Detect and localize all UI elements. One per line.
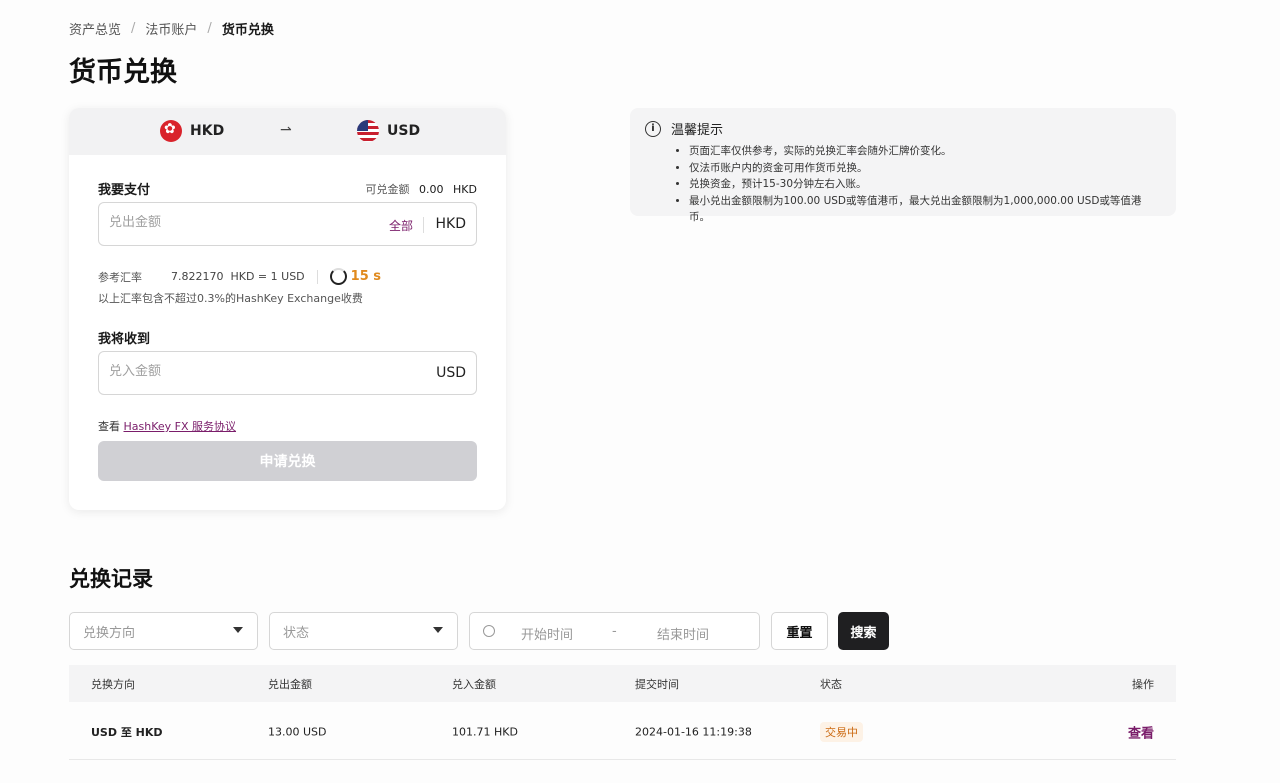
rate-value: 7.822170 HKD = 1 USD xyxy=(171,270,305,283)
receive-amount-input[interactable] xyxy=(109,364,359,379)
agreement-line: 查看 HashKey FX 服务协议 xyxy=(98,418,236,434)
from-currency-label: HKD xyxy=(190,123,225,139)
receive-amount-field: USD xyxy=(98,351,477,395)
range-separator: - xyxy=(612,624,617,639)
notice-list: 页面汇率仅供参考，实际的兑换汇率会随外汇牌价变化。 仅法币账户内的资金可用作货币… xyxy=(689,143,1161,226)
clock-icon xyxy=(483,625,495,637)
available-label: 可兑金额 xyxy=(365,183,410,196)
notice-item: 兑换资金，预计15-30分钟左右入账。 xyxy=(689,176,1161,193)
breadcrumb-separator: / xyxy=(207,21,212,36)
available-balance: 可兑金额 0.00 HKD xyxy=(366,181,477,197)
column-header: 兑换方向 xyxy=(91,677,135,691)
to-currency-label: USD xyxy=(387,123,421,139)
direction-placeholder: 兑换方向 xyxy=(83,625,136,641)
column-header: 兑出金额 xyxy=(268,677,312,691)
records-title: 兑换记录 xyxy=(69,567,153,591)
pay-label: 我要支付 xyxy=(98,183,151,198)
divider xyxy=(316,269,318,284)
notice-item: 仅法币账户内的资金可用作货币兑换。 xyxy=(689,160,1161,177)
row-direction: USD 至 HKD xyxy=(91,725,163,739)
column-header: 状态 xyxy=(820,677,842,691)
exchange-card: HKD ⇀ USD 我要支付 可兑金额 0.00 HKD 全部 HKD 参考汇率… xyxy=(69,108,506,510)
notice-item: 页面汇率仅供参考，实际的兑换汇率会随外汇牌价变化。 xyxy=(689,143,1161,160)
status-placeholder: 状态 xyxy=(283,625,310,641)
all-amount-button[interactable]: 全部 xyxy=(389,217,413,234)
caret-down-icon xyxy=(433,627,443,633)
info-icon: i xyxy=(645,120,661,137)
submit-exchange-button[interactable]: 申请兑换 xyxy=(98,441,477,481)
available-value: 0.00 xyxy=(419,183,444,196)
breadcrumb-assets[interactable]: 资产总览 xyxy=(69,19,121,38)
receive-unit: USD xyxy=(436,365,466,381)
notice-item: 最小兑出金额限制为100.00 USD或等值港币，最大兑出金额限制为1,000,… xyxy=(689,193,1161,226)
agreement-link[interactable]: HashKey FX 服务协议 xyxy=(124,420,237,433)
column-header: 操作 xyxy=(1132,677,1154,691)
receive-label: 我将收到 xyxy=(98,332,151,347)
caret-down-icon xyxy=(233,627,243,633)
search-button[interactable]: 搜索 xyxy=(838,612,889,650)
swap-arrow-icon[interactable]: ⇀ xyxy=(280,122,292,138)
breadcrumb-fiat-account[interactable]: 法币账户 xyxy=(145,19,197,38)
available-unit: HKD xyxy=(453,183,477,196)
date-range-picker[interactable]: 开始时间 - 结束时间 xyxy=(469,612,760,650)
refresh-spinner-icon xyxy=(329,268,347,285)
us-flag-icon xyxy=(357,120,379,142)
currency-pair-header: HKD ⇀ USD xyxy=(69,108,506,155)
to-currency-selector[interactable]: USD xyxy=(357,120,420,142)
rate-countdown: 15 s xyxy=(350,269,382,284)
table-row: USD 至 HKD 13.00 USD 101.71 HKD 2024-01-1… xyxy=(69,704,1176,760)
notice-header: i 温馨提示 xyxy=(645,119,1161,138)
pay-amount-field: 全部 HKD xyxy=(98,202,477,246)
reset-button[interactable]: 重置 xyxy=(771,612,828,650)
pay-amount-input[interactable] xyxy=(109,215,359,230)
end-time-input[interactable]: 结束时间 xyxy=(657,624,709,643)
direction-select[interactable]: 兑换方向 xyxy=(69,612,258,650)
status-badge: 交易中 xyxy=(820,721,863,742)
breadcrumb-separator: / xyxy=(131,21,136,36)
hk-flag-icon xyxy=(160,120,182,142)
column-header: 提交时间 xyxy=(635,677,679,691)
start-time-input[interactable]: 开始时间 xyxy=(521,624,573,643)
from-currency-selector[interactable]: HKD xyxy=(160,120,224,142)
notice-panel: i 温馨提示 页面汇率仅供参考，实际的兑换汇率会随外汇牌价变化。 仅法币账户内的… xyxy=(630,108,1176,223)
column-header: 兑入金额 xyxy=(452,677,496,691)
records-table-header: 兑换方向 兑出金额 兑入金额 提交时间 状态 操作 xyxy=(69,665,1176,702)
reference-rate: 参考汇率 7.822170 HKD = 1 USD 15 s xyxy=(98,268,381,285)
breadcrumb: 资产总览 / 法币账户 / 货币兑换 xyxy=(69,19,274,38)
row-in-amount: 101.71 HKD xyxy=(452,725,518,738)
rate-label: 参考汇率 xyxy=(98,270,142,284)
agreement-prefix: 查看 xyxy=(98,420,120,433)
pay-unit: HKD xyxy=(435,216,467,232)
page-title: 货币兑换 xyxy=(69,57,177,88)
row-submit-time: 2024-01-16 11:19:38 xyxy=(635,725,752,738)
fee-note: 以上汇率包含不超过0.3%的HashKey Exchange收费 xyxy=(98,292,363,305)
status-select[interactable]: 状态 xyxy=(269,612,458,650)
view-record-link[interactable]: 查看 xyxy=(1128,722,1154,741)
divider xyxy=(423,217,424,233)
notice-title: 温馨提示 xyxy=(671,123,724,138)
row-out-amount: 13.00 USD xyxy=(268,725,327,738)
breadcrumb-current: 货币兑换 xyxy=(221,23,274,38)
